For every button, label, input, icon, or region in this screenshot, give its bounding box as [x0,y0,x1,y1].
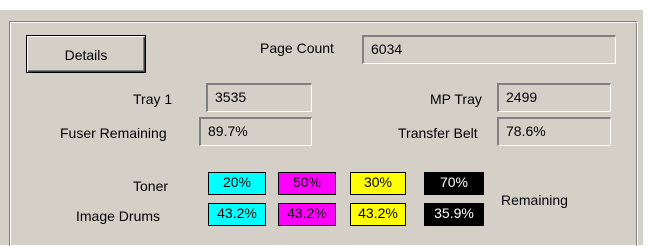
page-count-field: 6034 [362,35,616,64]
toner-magenta-swatch: 50% [278,172,336,195]
details-button[interactable]: Details [26,35,146,73]
transfer-belt-field: 78.6% [497,117,611,146]
mp-tray-label: MP Tray [430,91,482,107]
tray1-label: Tray 1 [133,91,173,107]
toner-label: Toner [133,178,169,194]
fuser-remaining-label: Fuser Remaining [60,125,167,141]
drum-magenta-swatch: 43.2% [278,203,336,226]
image-drums-label: Image Drums [76,208,161,224]
mp-tray-field: 2499 [497,83,611,112]
toner-black-swatch: 70% [424,172,484,195]
drum-yellow-swatch: 43.2% [350,203,406,226]
transfer-belt-label: Transfer Belt [398,125,478,141]
fuser-remaining-field: 89.7% [199,117,312,146]
toner-cyan-swatch: 20% [208,172,266,195]
toner-yellow-swatch: 30% [350,172,406,195]
remaining-label: Remaining [501,192,568,208]
tray1-field: 3535 [206,83,312,112]
drum-cyan-swatch: 43.2% [208,203,266,226]
page-count-label: Page Count [260,40,334,56]
drum-black-swatch: 35.9% [424,203,484,226]
